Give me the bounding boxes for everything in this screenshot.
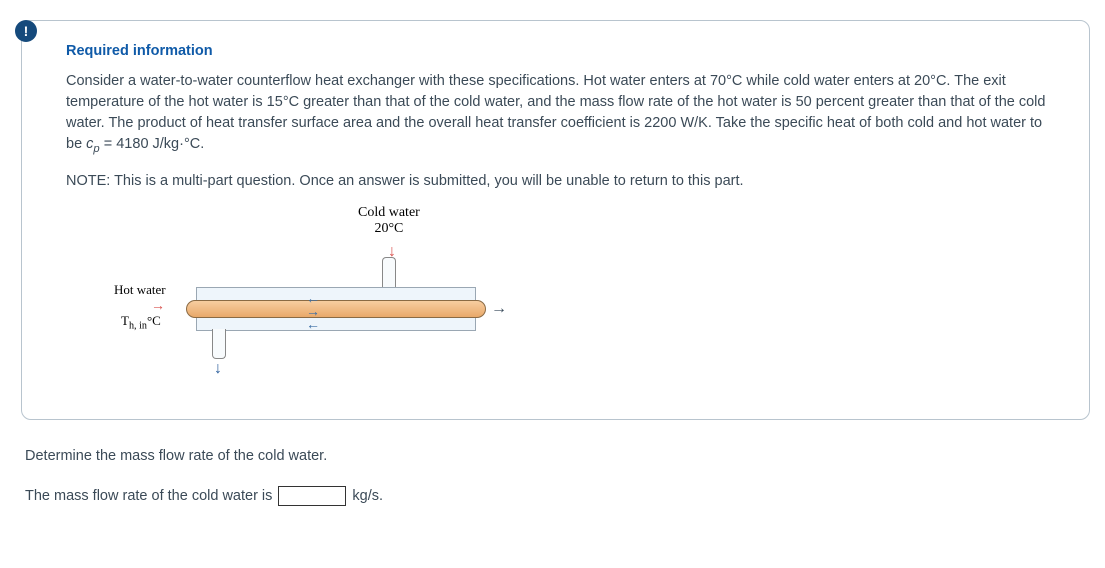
required-info-box: Required information Consider a water-to… xyxy=(21,20,1090,420)
cp-subscript: p xyxy=(93,143,99,155)
thin-prefix: T xyxy=(121,313,129,328)
counterflow-arrow-icon: ← xyxy=(306,316,320,332)
heat-exchanger-diagram: Cold water 20°C ↓ → ← → ← ↓ Hot water → … xyxy=(96,205,516,395)
cold-inlet-pipe xyxy=(382,257,396,289)
mass-flow-input[interactable] xyxy=(278,486,346,506)
hot-water-label: Hot water xyxy=(114,283,166,298)
t-hot-in-label: Th, in°C xyxy=(121,313,161,332)
alert-glyph: ! xyxy=(24,23,29,39)
hot-outlet-arrow-icon: → xyxy=(491,300,507,318)
multipart-note: NOTE: This is a multi-part question. Onc… xyxy=(66,173,1057,189)
cp-value: = 4180 J/kg·°C. xyxy=(104,136,205,152)
thin-sub: h, in xyxy=(129,321,147,332)
cold-label-line2: 20°C xyxy=(374,221,403,236)
hot-inlet-arrow-icon: → xyxy=(151,297,165,313)
cold-label-line1: Cold water xyxy=(358,205,420,220)
thin-unit: °C xyxy=(147,313,161,328)
inner-tube xyxy=(186,300,486,318)
answer-prefix: The mass flow rate of the cold water is xyxy=(25,488,272,504)
cold-outlet-arrow-icon: ↓ xyxy=(214,360,222,378)
cold-water-label: Cold water 20°C xyxy=(358,205,420,237)
question-prompt: Determine the mass flow rate of the cold… xyxy=(25,448,1090,464)
answer-area: Determine the mass flow rate of the cold… xyxy=(25,448,1090,506)
question-container: ! Required information Consider a water-… xyxy=(15,20,1090,506)
cold-outlet-pipe xyxy=(212,329,226,359)
answer-unit: kg/s. xyxy=(352,488,383,504)
problem-statement: Consider a water-to-water counterflow he… xyxy=(66,71,1057,157)
answer-line: The mass flow rate of the cold water is … xyxy=(25,486,1090,506)
problem-text-main: Consider a water-to-water counterflow he… xyxy=(66,73,1045,152)
alert-icon: ! xyxy=(15,20,37,42)
required-heading: Required information xyxy=(66,43,1057,59)
